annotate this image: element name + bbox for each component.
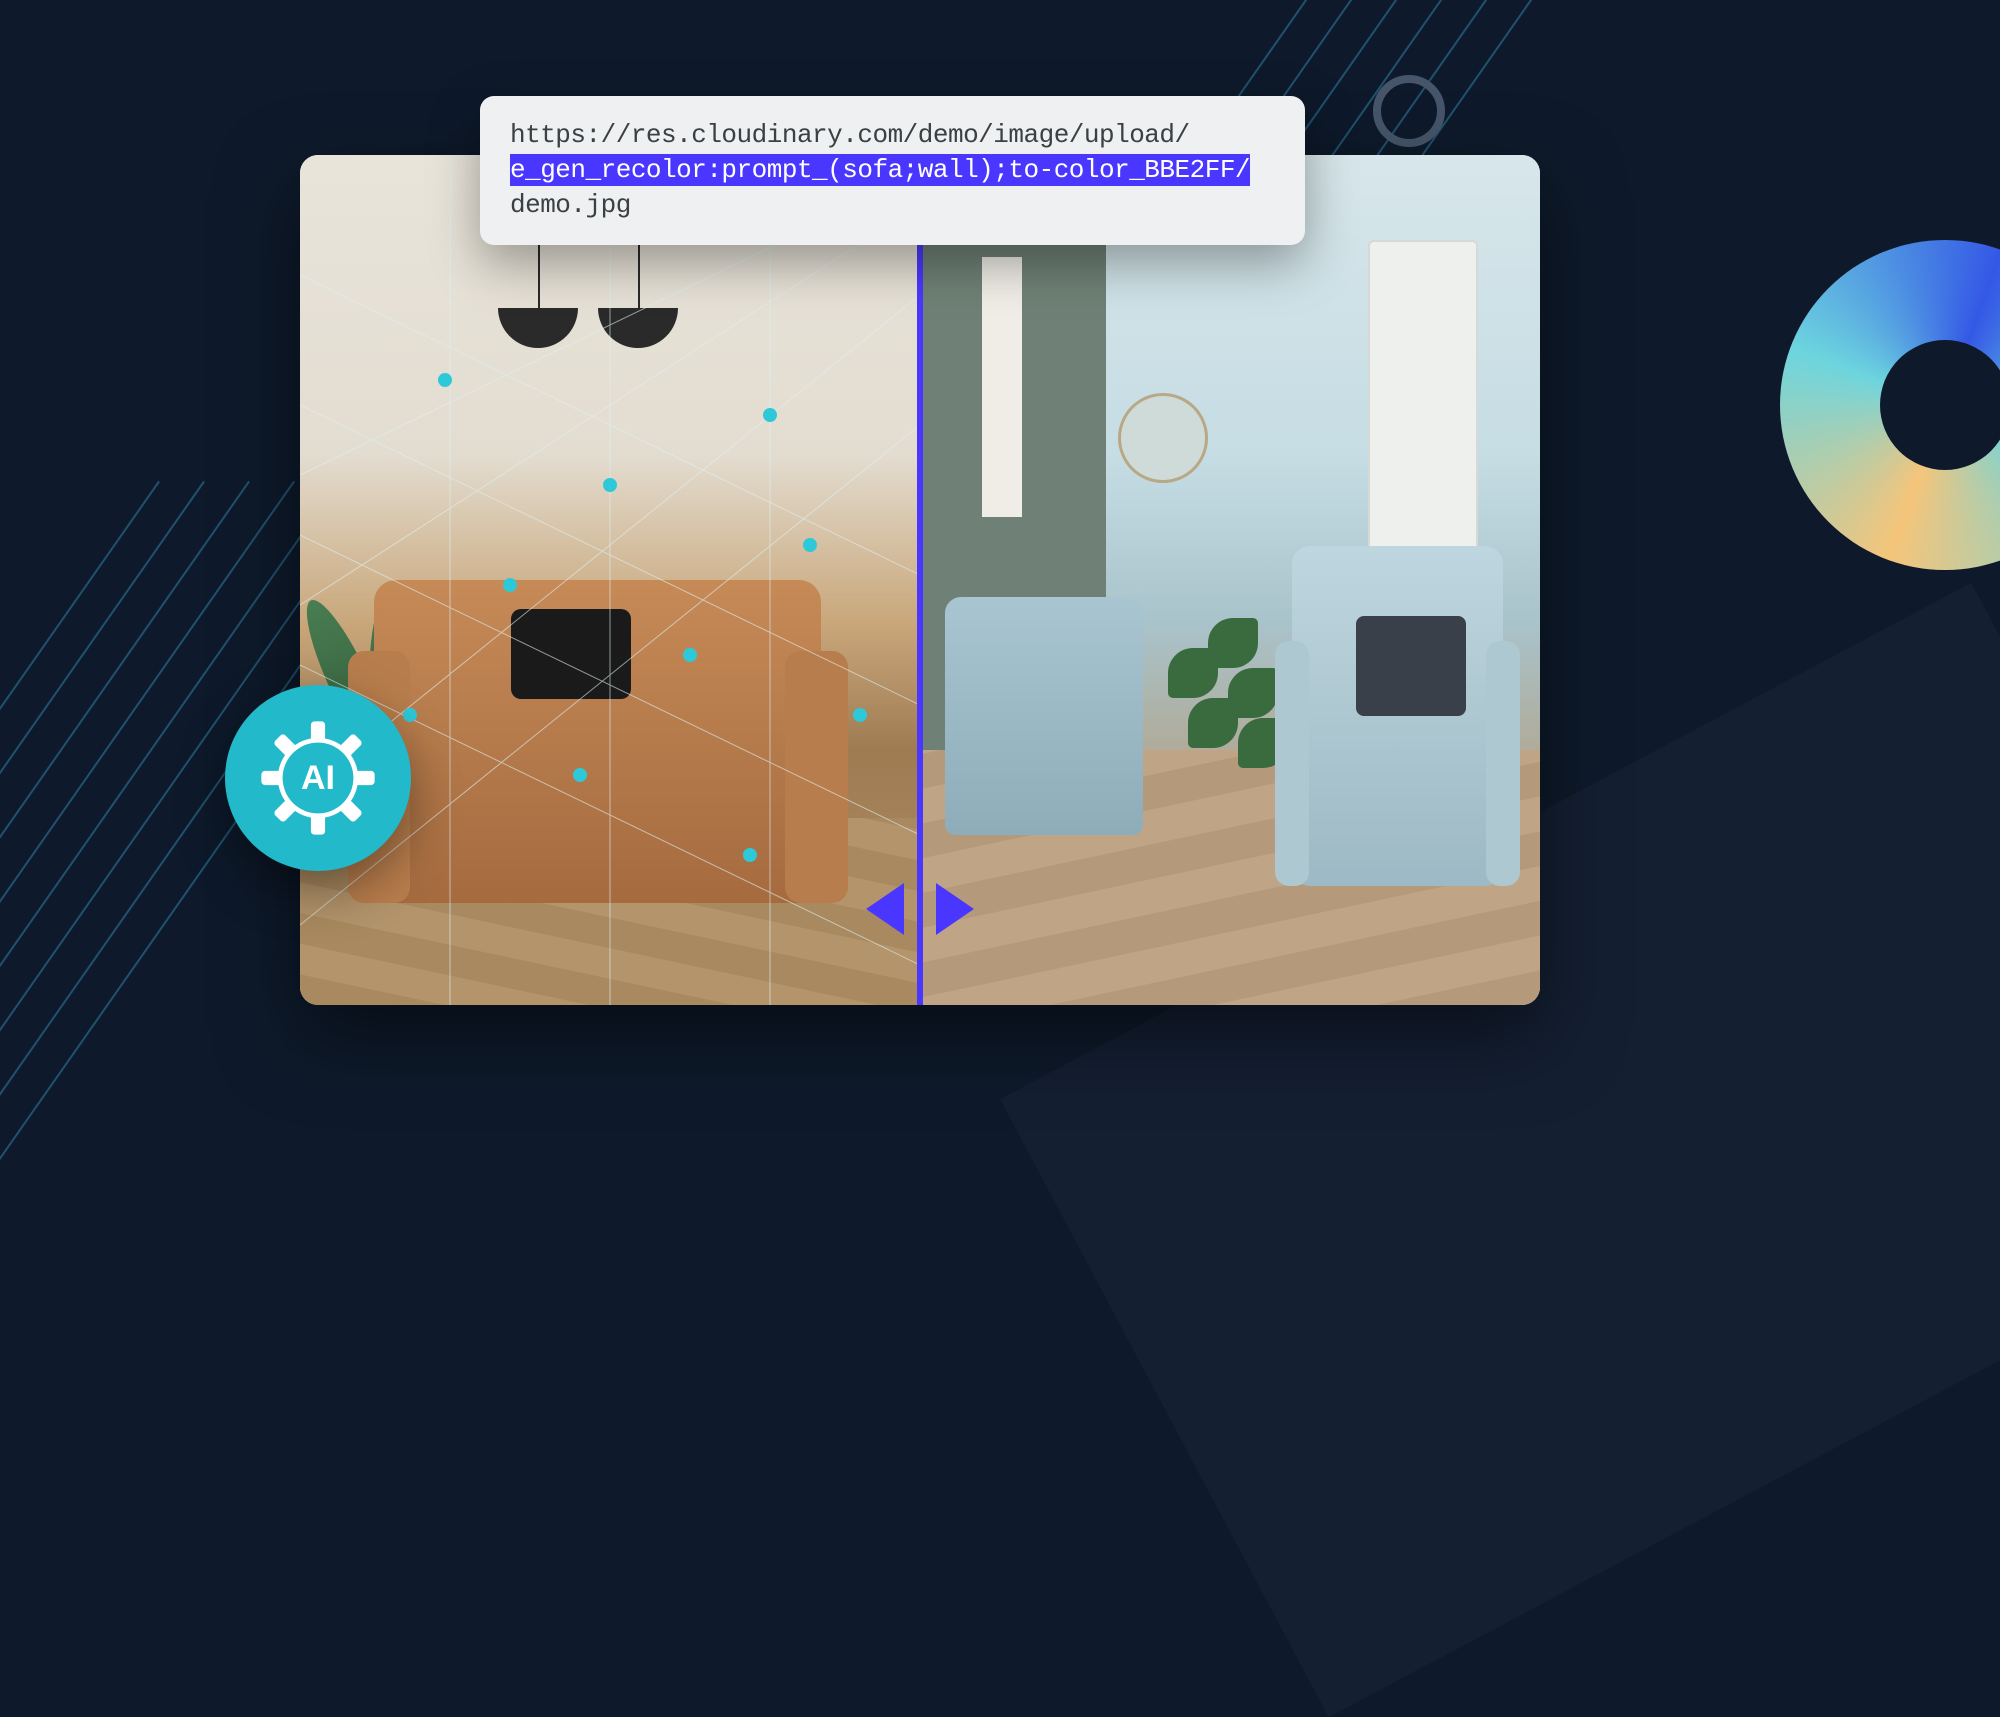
url-display-box: https://res.cloudinary.com/demo/image/up… (480, 96, 1305, 245)
original-image-pane (300, 155, 920, 1005)
height-ruler-icon (982, 257, 1022, 517)
comparison-window (300, 155, 1540, 1005)
ai-badge: AI (225, 685, 411, 871)
chair-recolored (1292, 546, 1503, 886)
recolored-image-pane (920, 155, 1540, 1005)
url-transformation-highlight: e_gen_recolor:prompt_(sofa;wall);to-colo… (510, 154, 1250, 186)
pillow-icon (511, 609, 631, 699)
comparison-slider-handle[interactable] (866, 883, 974, 935)
gradient-donut-icon (1780, 240, 2000, 570)
sofa-recolored (945, 597, 1143, 835)
door-icon (1368, 240, 1478, 560)
decorative-circle-large (1373, 75, 1445, 147)
mirror-icon (1118, 393, 1208, 483)
url-line-1: https://res.cloudinary.com/demo/image/up… (510, 118, 1275, 153)
ai-badge-label: AI (259, 719, 377, 837)
plant-icon (1168, 618, 1288, 818)
pendant-light-icon (598, 308, 678, 348)
chevron-right-icon (936, 883, 974, 935)
pillow-icon (1356, 616, 1466, 716)
chevron-left-icon (866, 883, 904, 935)
url-line-3: demo.jpg (510, 188, 1275, 223)
url-line-2: e_gen_recolor:prompt_(sofa;wall);to-colo… (510, 153, 1275, 188)
gear-icon: AI (259, 719, 377, 837)
pendant-light-icon (498, 308, 578, 348)
comparison-slider-line[interactable] (917, 155, 923, 1005)
